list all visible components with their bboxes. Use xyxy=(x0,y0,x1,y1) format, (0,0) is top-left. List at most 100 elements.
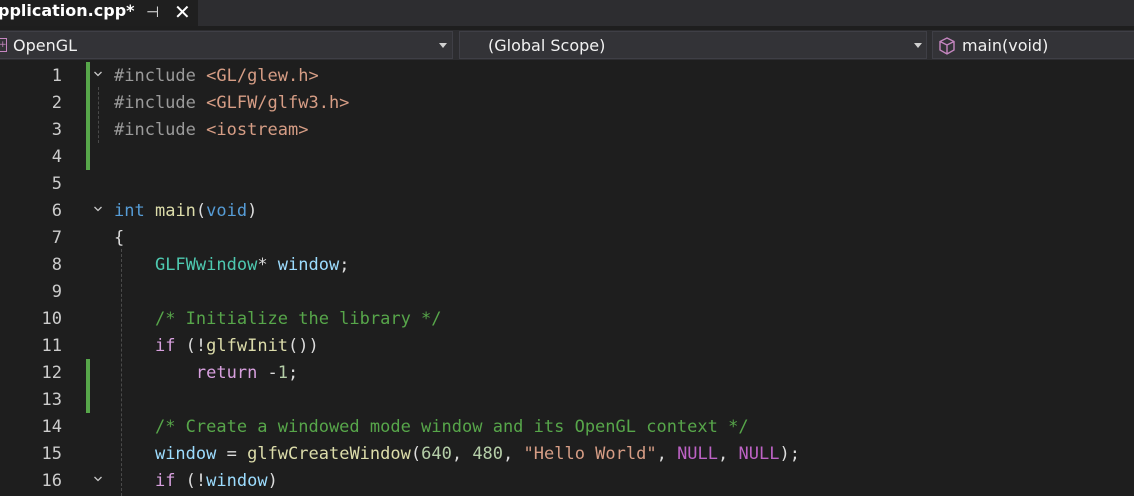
scope-dropdown[interactable]: (Global Scope) xyxy=(459,31,927,59)
document-tab-title[interactable]: pplication.cpp* xyxy=(0,1,135,20)
project-dropdown[interactable]: + OpenGL xyxy=(0,31,453,59)
code-token: if xyxy=(154,471,176,491)
code-text[interactable]: /* Initialize the library */ xyxy=(114,309,442,329)
line-number: 2 xyxy=(51,93,62,113)
code-token: int xyxy=(114,201,145,221)
code-text[interactable]: window = glfwCreateWindow(640, 480, "Hel… xyxy=(114,444,800,464)
code-token: ()) xyxy=(288,336,319,356)
change-indicator xyxy=(86,359,90,413)
code-token: ) xyxy=(267,471,278,491)
code-token: /* Create a windowed mode window and its… xyxy=(154,417,749,437)
line-number: 5 xyxy=(51,174,62,194)
code-text[interactable]: if (!glfwInit()) xyxy=(114,336,319,356)
code-token: , xyxy=(656,444,678,464)
close-icon[interactable]: ✕ xyxy=(174,0,191,24)
code-token: #include xyxy=(114,66,207,86)
code-token: , xyxy=(718,444,739,464)
code-line[interactable]: 15 window = glfwCreateWindow(640, 480, "… xyxy=(0,440,1134,467)
member-dropdown[interactable]: main(void) xyxy=(932,31,1134,59)
code-line[interactable]: 5 xyxy=(0,170,1134,197)
line-number: 8 xyxy=(51,255,62,275)
code-text[interactable]: int main(void) xyxy=(114,201,257,221)
code-token: <iostream> xyxy=(206,120,309,140)
line-number: 6 xyxy=(51,201,62,221)
code-token: ( xyxy=(410,444,422,464)
line-number: 12 xyxy=(41,363,62,383)
code-token: (! xyxy=(175,471,207,491)
code-token: #include xyxy=(114,120,207,140)
code-token: window xyxy=(154,444,217,464)
line-number: 3 xyxy=(51,120,62,140)
code-token: "Hello World" xyxy=(523,444,657,464)
code-text[interactable]: { xyxy=(114,228,124,248)
code-token: glfwInit xyxy=(206,336,289,356)
code-token: window xyxy=(277,255,340,275)
code-line[interactable]: 4 xyxy=(0,143,1134,170)
code-line[interactable]: 2 #include <GLFW/glfw3.h> xyxy=(0,89,1134,116)
chevron-down-icon[interactable] xyxy=(914,43,922,48)
code-token: window xyxy=(206,471,268,491)
code-line[interactable]: 1 #include <GL/glew.h> xyxy=(0,62,1134,89)
navigation-bar: + OpenGL (Global Scope) main(void) xyxy=(0,30,1134,60)
document-tab[interactable]: pplication.cpp* ⊣ ✕ xyxy=(0,0,198,26)
code-line[interactable]: 3 #include <iostream> xyxy=(0,116,1134,143)
code-token: <GLFW/glfw3.h> xyxy=(206,93,350,113)
fold-chevron-icon[interactable] xyxy=(93,69,103,79)
line-number: 9 xyxy=(51,282,62,302)
code-token: if xyxy=(154,336,176,356)
line-number: 7 xyxy=(51,228,62,248)
line-number: 15 xyxy=(41,444,62,464)
code-text[interactable]: #include <GL/glew.h> xyxy=(114,66,319,86)
code-token: 480 xyxy=(472,444,504,464)
code-line[interactable]: 7{ xyxy=(0,224,1134,251)
code-token: <GL/glew.h> xyxy=(206,66,319,86)
code-line[interactable]: 16 if (!window) xyxy=(0,467,1134,494)
code-line[interactable]: 6 int main(void) xyxy=(0,197,1134,224)
code-text[interactable]: /* Create a windowed mode window and its… xyxy=(114,417,749,437)
code-token: 1 xyxy=(277,363,289,383)
outline-guide xyxy=(98,87,99,143)
code-text[interactable]: GLFWwindow* window; xyxy=(114,255,350,275)
pin-icon[interactable]: ⊣ xyxy=(146,3,159,21)
line-number: 11 xyxy=(41,336,62,356)
code-line[interactable]: 14 /* Create a windowed mode window and … xyxy=(0,413,1134,440)
code-token: /* Initialize the library */ xyxy=(154,309,442,329)
code-text[interactable]: #include <GLFW/glfw3.h> xyxy=(114,93,349,113)
change-indicator xyxy=(86,62,90,170)
code-token: ); xyxy=(779,444,800,464)
code-token: (! xyxy=(175,336,207,356)
code-token: * xyxy=(257,255,278,275)
project-icon: + xyxy=(0,38,7,52)
project-dropdown-label: OpenGL xyxy=(13,36,78,55)
code-token: ) xyxy=(247,201,258,221)
code-token: = xyxy=(216,444,248,464)
scope-dropdown-label: (Global Scope) xyxy=(488,36,606,55)
code-line[interactable]: 8 GLFWwindow* window; xyxy=(0,251,1134,278)
chevron-down-icon[interactable] xyxy=(439,43,447,48)
fold-chevron-icon[interactable] xyxy=(93,204,103,214)
code-token: NULL xyxy=(738,444,780,464)
code-token: ; xyxy=(339,255,350,275)
code-text[interactable]: #include <iostream> xyxy=(114,120,308,140)
fold-chevron-icon[interactable] xyxy=(93,474,103,484)
code-text[interactable]: return -1; xyxy=(114,363,298,383)
code-token: NULL xyxy=(677,444,719,464)
code-token: #include xyxy=(114,93,207,113)
code-token: main xyxy=(154,201,196,221)
document-tab-bar: pplication.cpp* ⊣ ✕ xyxy=(0,0,1134,26)
code-token: void xyxy=(206,201,248,221)
line-number: 10 xyxy=(41,309,62,329)
code-line[interactable]: 13 xyxy=(0,386,1134,413)
method-cube-icon xyxy=(939,37,955,55)
code-line[interactable]: 11 if (!glfwInit()) xyxy=(0,332,1134,359)
code-text[interactable]: if (!window) xyxy=(114,471,278,491)
code-line[interactable]: 12 return -1; xyxy=(0,359,1134,386)
code-line[interactable]: 9 xyxy=(0,278,1134,305)
code-editor[interactable]: 1 #include <GL/glew.h> 2 #include <GLFW/glf… xyxy=(0,62,1134,496)
member-dropdown-label: main(void) xyxy=(962,36,1049,55)
code-token: GLFWwindow xyxy=(154,255,258,275)
code-line[interactable]: 10 /* Initialize the library */ xyxy=(0,305,1134,332)
line-number: 16 xyxy=(41,471,62,491)
